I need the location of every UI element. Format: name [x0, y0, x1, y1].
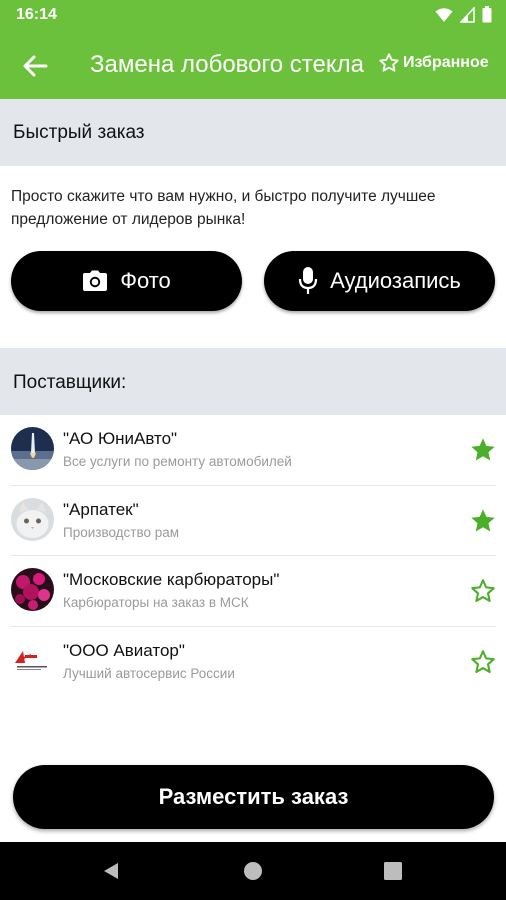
photo-button[interactable]: Фото [11, 251, 242, 311]
system-nav-bar [0, 842, 506, 900]
star-outline-icon [379, 53, 399, 72]
supplier-description: Все услуги по ремонту автомобилей [63, 454, 292, 469]
suppliers-header: Поставщики: [0, 348, 506, 415]
flowers-avatar [11, 568, 54, 611]
star-outline-icon[interactable] [469, 648, 497, 676]
app-bar: Замена лобового стекла Избранное [0, 32, 506, 99]
audio-button-label: Аудиозапись [330, 268, 461, 293]
supplier-name: "Московские карбюраторы" [63, 570, 280, 589]
wifi-icon [435, 7, 453, 22]
list-item[interactable]: "Арпатек" Производство рам [0, 486, 506, 556]
cat-avatar [11, 497, 54, 541]
nav-recents-icon[interactable] [384, 862, 402, 880]
nav-back-icon[interactable] [101, 861, 121, 881]
page-title: Замена лобового стекла [90, 51, 364, 78]
aviator-logo-avatar [11, 638, 54, 682]
star-outline-icon[interactable] [469, 577, 497, 605]
favorites-label: Избранное [403, 54, 489, 71]
signal-icon [460, 6, 475, 23]
list-item[interactable]: "АО ЮниАвто" Все услуги по ремонту автом… [0, 415, 506, 486]
list-item[interactable]: "ООО Авиатор" Лучший автосервис России [0, 627, 506, 698]
supplier-description: Карбюраторы на заказ в МСК [63, 595, 249, 610]
status-icons [435, 6, 492, 23]
supplier-name: "АО ЮниАвто" [63, 429, 178, 448]
quick-order-intro: Просто скажите что вам нужно, и быстро п… [11, 188, 436, 228]
star-filled-icon[interactable] [469, 436, 497, 464]
suppliers-list: "АО ЮниАвто" Все услуги по ремонту автом… [0, 415, 506, 697]
supplier-name: "Арпатек" [63, 499, 139, 519]
back-arrow-icon[interactable] [20, 51, 50, 81]
list-item[interactable]: "Московские карбюраторы" Карбюраторы на … [0, 556, 506, 627]
star-filled-icon[interactable] [469, 507, 497, 535]
photo-button-label: Фото [120, 268, 171, 293]
status-time: 16:14 [16, 6, 57, 23]
favorites-button[interactable]: Избранное [378, 52, 489, 74]
microphone-icon [298, 267, 318, 294]
place-order-button[interactable]: Разместить заказ [13, 765, 494, 829]
nav-home-icon[interactable] [243, 861, 263, 881]
camera-icon [83, 270, 108, 291]
battery-icon [482, 6, 492, 23]
supplier-name: "ООО Авиатор" [63, 640, 185, 660]
supplier-description: Производство рам [63, 524, 180, 540]
audio-record-button[interactable]: Аудиозапись [264, 251, 495, 311]
rocket-launch-avatar [11, 427, 54, 470]
quick-order-header: Быстрый заказ [0, 99, 506, 166]
supplier-description: Лучший автосервис России [63, 665, 235, 681]
status-bar: 16:14 [0, 0, 506, 32]
